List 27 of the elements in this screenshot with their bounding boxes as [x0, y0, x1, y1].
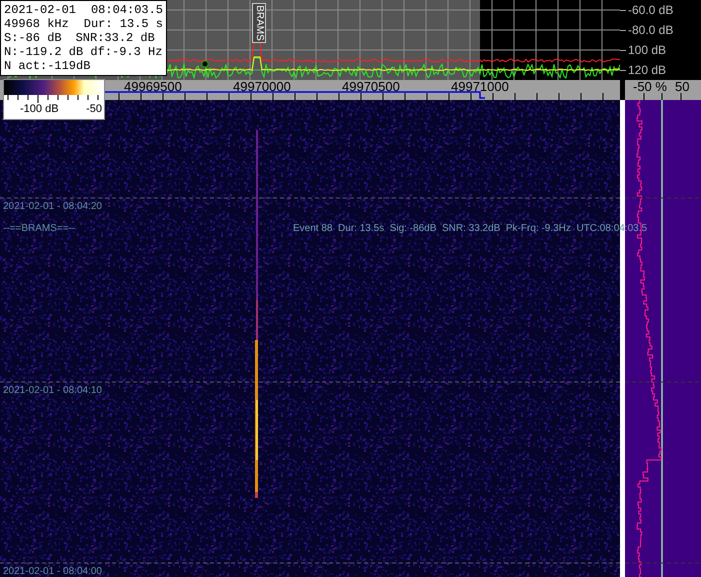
db-label: 120 dB — [628, 63, 666, 77]
duration-text: Dur: 13.5 s — [84, 17, 163, 31]
marker-label: BRAMS — [254, 5, 264, 41]
time-text: 08:04:03.5 — [90, 3, 163, 17]
db-label: -80.0 dB — [628, 23, 674, 37]
tick-marks — [644, 92, 682, 100]
frequency-label: 49971000 — [451, 80, 509, 93]
time-label: 2021-02-01 - 08:04:10 — [3, 385, 102, 397]
snr-text: SNR:33.2 dB — [76, 31, 155, 45]
frequency-label: 49969500 — [124, 80, 182, 93]
scale-label: -100 dB — [20, 103, 59, 115]
frequency-text: 49968 kHz — [4, 17, 69, 31]
axis-label: 50 — [675, 80, 690, 93]
db-label: 100 dB — [628, 43, 666, 57]
marker-dot — [202, 60, 208, 68]
scale-label: -50 — [86, 103, 102, 115]
noise-text: N:-119.2 dB df:-9.3 Hz — [4, 45, 163, 59]
db-label: -60.0 dB — [628, 3, 674, 17]
time-label: 2021-02-01 - 08:04:20 — [3, 201, 102, 213]
signal-text: S:-86 dB — [4, 31, 62, 45]
axis-label: -50 % — [633, 80, 667, 93]
date-text: 2021-02-01 — [4, 3, 76, 17]
frequency-label: 49970500 — [342, 80, 400, 93]
time-label: 2021-02-01 - 08:04:00 — [3, 566, 102, 577]
station-label: --==BRAMS==-- — [3, 223, 76, 235]
noise-actual-text: N act:-119dB — [4, 59, 92, 73]
frequency-label: 49970000 — [233, 80, 291, 93]
